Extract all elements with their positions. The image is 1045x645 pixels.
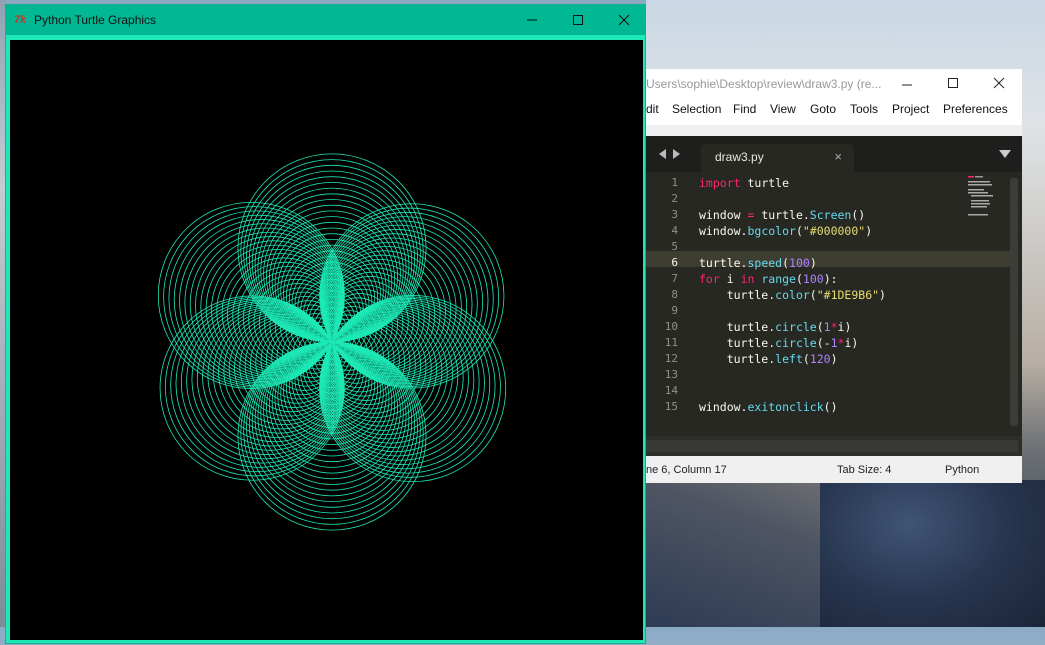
line-number: 8: [671, 288, 678, 301]
sublime-editor-window[interactable]: Users\sophie\Desktop\review\draw3.py (re…: [646, 69, 1022, 483]
turtle-drawing: [157, 153, 507, 531]
menu-spacer: [646, 125, 1022, 136]
turtle-canvas[interactable]: [9, 39, 644, 641]
tab-label: draw3.py: [715, 150, 764, 164]
line-number: 12: [664, 352, 678, 365]
code-line: window.exitonclick(): [699, 400, 838, 414]
turtle-graphics-window[interactable]: 7k Python Turtle Graphics: [5, 4, 646, 644]
line-number: 5: [671, 240, 678, 253]
line-number: 4: [671, 224, 678, 237]
maximize-icon[interactable]: [947, 77, 959, 89]
line-number: 7: [671, 272, 678, 285]
editor-titlebar[interactable]: Users\sophie\Desktop\review\draw3.py (re…: [646, 69, 1022, 99]
desktop-background-jeans: [820, 480, 1045, 627]
turtle-titlebar[interactable]: 7k Python Turtle Graphics: [6, 5, 645, 35]
menu-find[interactable]: Find: [733, 102, 756, 116]
horizontal-scrollbar[interactable]: [646, 436, 1022, 456]
line-number: 14: [664, 384, 678, 397]
line-number: 10: [664, 320, 678, 333]
vertical-scrollbar[interactable]: [1010, 178, 1018, 426]
code-line: turtle.left(120): [699, 352, 838, 366]
minimize-button[interactable]: [509, 5, 555, 35]
line-number: 1: [671, 176, 678, 189]
tab-draw3[interactable]: draw3.py ×: [701, 144, 854, 172]
minimap[interactable]: [968, 176, 998, 216]
minimize-icon[interactable]: [901, 79, 913, 91]
code-line: turtle.color("#1DE9B6"): [699, 288, 886, 302]
tk-app-icon: 7k: [14, 14, 27, 26]
tab-scroll-left-icon[interactable]: [659, 149, 667, 159]
turtle-window-title: Python Turtle Graphics: [34, 13, 157, 27]
status-tab-size[interactable]: Tab Size: 4: [837, 464, 891, 476]
maximize-button[interactable]: [555, 5, 601, 35]
maximize-icon: [573, 15, 583, 25]
line-number: 13: [664, 368, 678, 381]
menu-preferences[interactable]: Preferences: [943, 102, 1008, 116]
editor-window-title: Users\sophie\Desktop\review\draw3.py (re…: [646, 77, 882, 91]
code-line: import turtle: [699, 176, 790, 190]
code-line: window.bgcolor("#000000"): [699, 224, 873, 238]
menu-tools[interactable]: Tools: [850, 102, 878, 116]
close-icon: [618, 14, 630, 26]
menu-goto[interactable]: Goto: [810, 102, 836, 116]
code-line: window = turtle.Screen(): [699, 208, 866, 222]
code-line: for i in range(100):: [699, 272, 838, 286]
menu-project[interactable]: Project: [892, 102, 929, 116]
turtle-circles: [157, 153, 507, 531]
line-number: 6: [671, 256, 678, 269]
editor-menubar: dit Selection Find View Goto Tools Proje…: [646, 99, 1022, 125]
line-number-gutter: 1 2 3 4 5 6 7 8 9 10 11 12 13 14 15: [646, 172, 686, 436]
code-line: turtle.speed(100): [699, 256, 817, 270]
menu-selection[interactable]: Selection: [672, 102, 721, 116]
minimize-icon: [527, 19, 537, 21]
menu-edit[interactable]: dit: [646, 102, 659, 116]
line-number: 2: [671, 192, 678, 205]
status-cursor-position: ne 6, Column 17: [646, 464, 727, 476]
tab-scroll-right-icon[interactable]: [673, 149, 681, 159]
tab-list-dropdown-icon[interactable]: [999, 150, 1011, 158]
code-line: turtle.circle(-1*i): [699, 336, 859, 350]
menu-view[interactable]: View: [770, 102, 796, 116]
line-number: 11: [664, 336, 678, 349]
line-number: 15: [664, 400, 678, 413]
close-button[interactable]: [601, 5, 647, 35]
code-line: turtle.circle(1*i): [699, 320, 852, 334]
close-icon[interactable]: [993, 77, 1005, 89]
status-syntax[interactable]: Python: [945, 464, 979, 476]
code-editor[interactable]: 1 2 3 4 5 6 7 8 9 10 11 12 13 14 15 impo…: [646, 172, 1022, 436]
editor-tabbar: draw3.py ×: [646, 136, 1022, 172]
line-number: 3: [671, 208, 678, 221]
tab-close-icon[interactable]: ×: [834, 149, 842, 164]
status-bar: ne 6, Column 17 Tab Size: 4 Python: [646, 459, 1022, 483]
line-number: 9: [671, 304, 678, 317]
